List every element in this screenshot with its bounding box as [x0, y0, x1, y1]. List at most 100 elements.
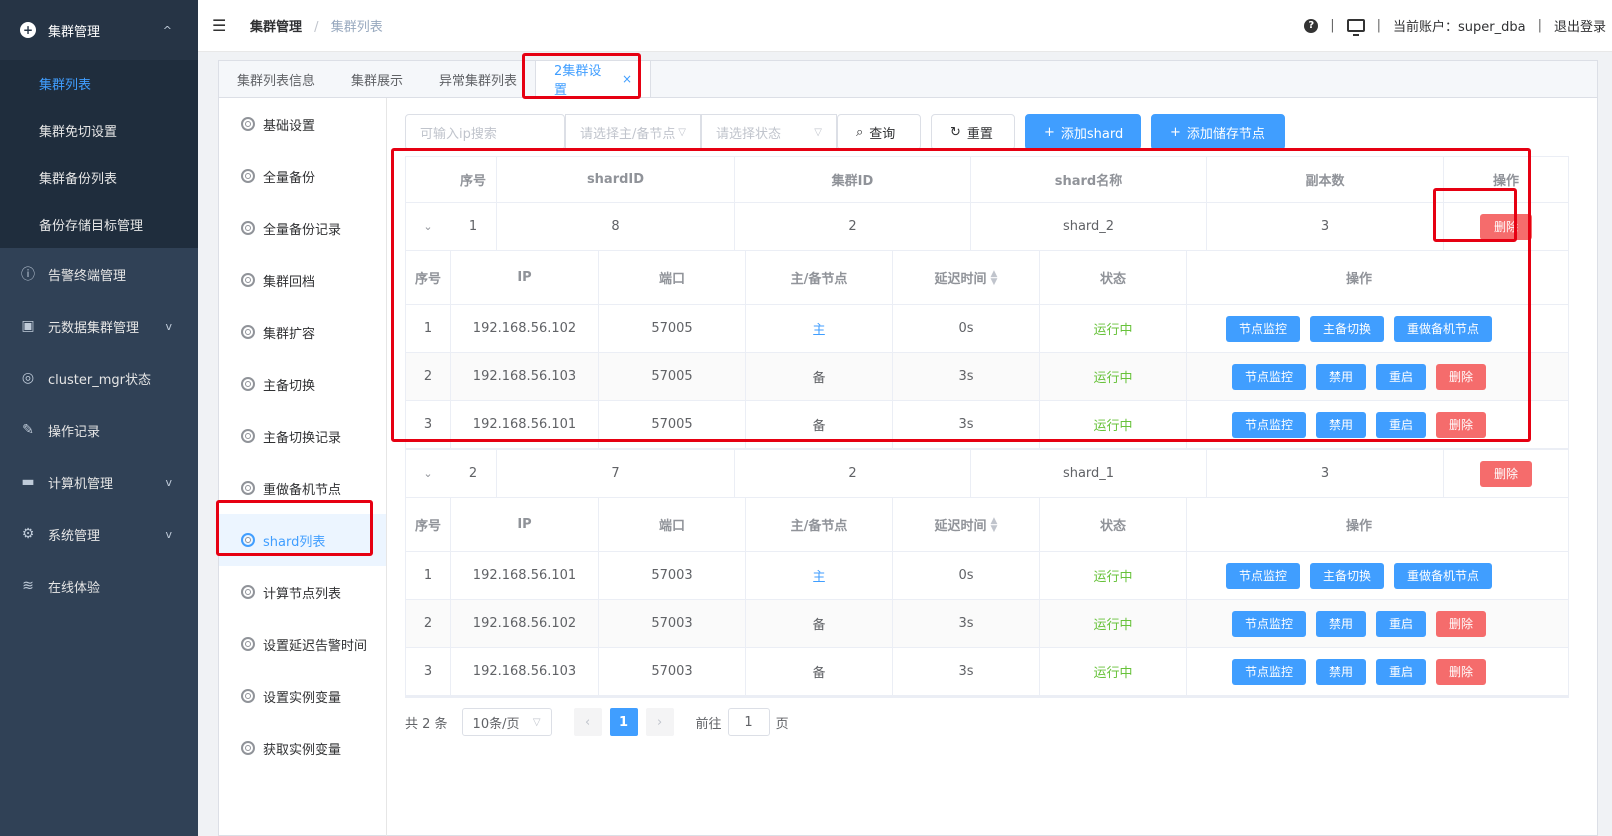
sidebar-item-label: 告警终端管理 [48, 268, 127, 284]
stack-icon: ≋ [22, 578, 34, 594]
column-header-label: 序号 [414, 519, 441, 534]
settings-menu-item[interactable]: 全量备份 [219, 150, 386, 202]
reset-button[interactable]: ↻ 重置 [931, 114, 1015, 150]
breadcrumb: 集群管理 / 集群列表 [250, 16, 383, 35]
add-shard-button[interactable]: + 添加shard [1025, 114, 1141, 150]
node-row: 2 192.168.56.102 57003 备 3s 运行中 节点监控 禁用 重启 删除 [406, 600, 1568, 648]
table-cell: shard_1 [970, 450, 1206, 497]
tab-cluster-list-info[interactable]: 集群列表信息 [219, 61, 333, 97]
sidebar-item-system[interactable]: ⚙ 系统管理 v [0, 508, 198, 560]
page-number[interactable]: 1 [609, 708, 638, 736]
query-button[interactable]: ⌕ 查询 [837, 114, 921, 150]
node-subtable: 序号 IP 端口 主/备节点 延迟时间 ▲ ▼ 状态 操作 1 192.168.56.101 5700… [406, 498, 1568, 697]
delete-node-button[interactable]: 删除 [1436, 658, 1487, 685]
chevron-left-icon: ‹ [584, 714, 591, 730]
add-storage-node-button[interactable]: + 添加储存节点 [1151, 114, 1285, 150]
page-size-select[interactable]: 10条/页 ▽ [461, 708, 552, 736]
disable-button[interactable]: 禁用 [1315, 658, 1366, 685]
button-label: 添加储存节点 [1186, 126, 1265, 142]
prev-page-button[interactable]: ‹ [573, 708, 602, 736]
table-cell: 3s [892, 648, 1039, 695]
table-cell: 0s [892, 552, 1039, 599]
node-monitor-button[interactable]: 节点监控 [1225, 562, 1300, 589]
column-header-label: 状态 [1099, 519, 1126, 534]
settings-menu-item[interactable]: 主备切换 [219, 358, 386, 410]
settings-menu-item[interactable]: 基础设置 [219, 98, 386, 150]
table-cell: 57003 [598, 552, 745, 599]
refresh-icon: ↻ [950, 124, 961, 140]
settings-menu-item[interactable]: 获取实例变量 [219, 722, 386, 774]
expand-toggle[interactable]: ⌄ [406, 450, 450, 497]
sidebar-item-label: 操作记录 [48, 424, 101, 440]
settings-menu-item[interactable]: 设置实例变量 [219, 670, 386, 722]
monitor-icon[interactable] [1346, 19, 1365, 36]
column-header-label: 端口 [658, 519, 685, 534]
gear-icon [241, 221, 255, 235]
page-size-value: 10条/页 [472, 716, 520, 732]
settings-menu-item[interactable]: 集群扩容 [219, 306, 386, 358]
button-label: 重置 [966, 126, 993, 142]
sidebar-group-cluster-management[interactable]: + 集群管理 ^ [0, 0, 198, 60]
settings-menu-item[interactable]: 主备切换记录 [219, 410, 386, 462]
chevron-right-icon: › [656, 714, 663, 730]
hamburger-icon[interactable]: ☰ [212, 16, 230, 35]
sidebar-item-label: 元数据集群管理 [48, 320, 140, 336]
sidebar-item-computer[interactable]: ▬ 计算机管理 v [0, 456, 198, 508]
menu-item-label: 全量备份 [263, 170, 316, 186]
sidebar-item-cluster-exempt[interactable]: 集群免切设置 [0, 107, 198, 154]
settings-menu-item[interactable]: 集群回档 [219, 254, 386, 306]
gear-icon [241, 637, 255, 651]
delete-node-button[interactable]: 删除 [1436, 610, 1487, 637]
delete-shard-button[interactable]: 删除 [1479, 460, 1532, 487]
ip-search-input[interactable]: 可输入ip搜索 [405, 114, 565, 150]
switchover-button[interactable]: 主备切换 [1309, 562, 1384, 589]
next-page-button[interactable]: › [645, 708, 674, 736]
restart-button[interactable]: 重启 [1376, 610, 1427, 637]
table-cell: 1 [423, 568, 433, 583]
menu-item-label: 集群扩容 [263, 326, 316, 342]
node-monitor-button[interactable]: 节点监控 [1231, 658, 1306, 685]
sidebar-item-cluster-list[interactable]: 集群列表 [0, 60, 198, 107]
breadcrumb-item: 集群列表 [330, 20, 383, 35]
chevron-down-icon: ▽ [678, 126, 686, 138]
goto-page-input[interactable]: 1 [727, 708, 770, 736]
sidebar-item-cluster-backup[interactable]: 集群备份列表 [0, 154, 198, 201]
plus-circle-icon: + [20, 22, 36, 38]
sidebar-item-metadata[interactable]: ▣ 元数据集群管理 v [0, 300, 198, 352]
table-cell-actions: 节点监控 禁用 重启 删除 [1186, 648, 1531, 695]
sort-icon[interactable]: ▲ ▼ [991, 516, 998, 533]
rebuild-slave-button[interactable]: 重做备机节点 [1394, 562, 1493, 589]
highlight-box-delete [1433, 188, 1517, 242]
table-cell: 192.168.56.103 [450, 648, 598, 695]
restart-button[interactable]: 重启 [1376, 658, 1427, 685]
sidebar-item-online[interactable]: ≋ 在线体验 [0, 560, 198, 612]
node-row: 1 192.168.56.101 57003 主 0s 运行中 节点监控 主备切换 重做备机节点 [406, 552, 1568, 600]
chevron-up-icon: ^ [162, 23, 172, 37]
top-navbar: ☰ 集群管理 / 集群列表 ? | | 当前账户：super_dba | 退出登… [198, 0, 1612, 52]
node-select[interactable]: 请选择主/备节点 ▽ [565, 114, 701, 150]
sidebar-item-alert[interactable]: ⓘ 告警终端管理 [0, 248, 198, 300]
sidebar-item-cluster-mgr[interactable]: ◎ cluster_mgr状态 [0, 352, 198, 404]
sidebar-item-op-record[interactable]: ✎ 操作记录 [0, 404, 198, 456]
highlight-box-shard-row [391, 148, 1531, 442]
tab-label: 异常集群列表 [439, 73, 518, 89]
node-row: 3 192.168.56.103 57003 备 3s 运行中 节点监控 禁用 重启 删除 [406, 648, 1568, 696]
placeholder: 可输入ip搜索 [420, 126, 497, 142]
button-label: 查询 [869, 126, 896, 142]
disable-button[interactable]: 禁用 [1315, 610, 1366, 637]
tab-abnormal-clusters[interactable]: 异常集群列表 [421, 61, 535, 97]
logout-link[interactable]: 退出登录 [1554, 16, 1606, 35]
tab-cluster-display[interactable]: 集群展示 [333, 61, 421, 97]
settings-menu-item[interactable]: 全量备份记录 [219, 202, 386, 254]
sidebar-item-backup-storage[interactable]: 备份存储目标管理 [0, 201, 198, 248]
settings-menu-item[interactable]: 设置延迟告警时间 [219, 618, 386, 670]
help-icon[interactable]: ? [1304, 18, 1319, 33]
state-select[interactable]: 请选择状态 ▽ [701, 114, 837, 150]
sidebar-item-label: 在线体验 [48, 580, 101, 596]
node-monitor-button[interactable]: 节点监控 [1231, 610, 1306, 637]
column-header-label: 延迟时间 [934, 519, 987, 534]
node-role: 主 [745, 552, 892, 599]
breadcrumb-item[interactable]: 集群管理 [250, 20, 302, 35]
settings-menu-item[interactable]: 计算节点列表 [219, 566, 386, 618]
placeholder: 请选择状态 [716, 126, 782, 142]
